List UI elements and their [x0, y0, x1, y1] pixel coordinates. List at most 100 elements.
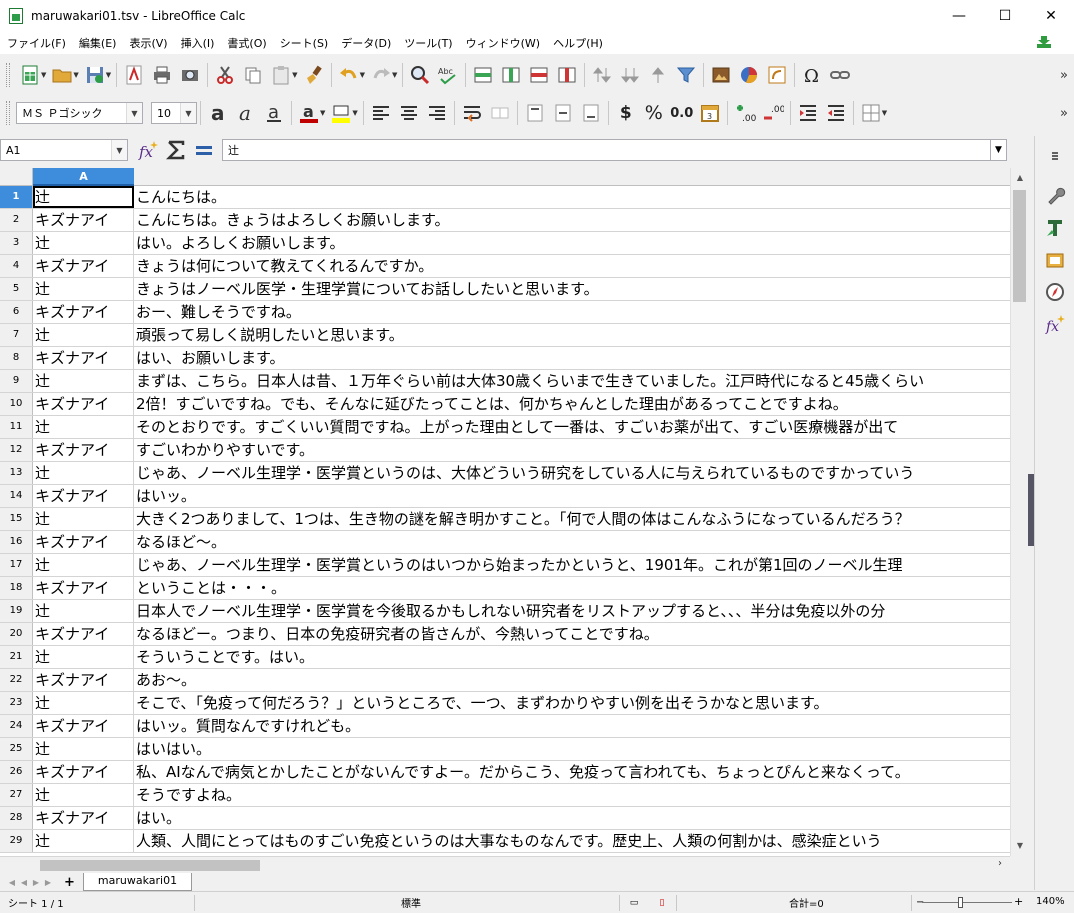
- row-header[interactable]: 19: [0, 600, 33, 622]
- cell-utterance[interactable]: はいッ。質問なんですけれども。: [134, 715, 1010, 737]
- active-cell[interactable]: 辻: [33, 186, 134, 208]
- row-header[interactable]: 3: [0, 232, 33, 254]
- cell-speaker[interactable]: キズナアイ: [33, 393, 134, 415]
- cell-speaker[interactable]: キズナアイ: [33, 301, 134, 323]
- menu-format[interactable]: 書式(O): [220, 35, 272, 51]
- align-right-button[interactable]: [423, 99, 451, 127]
- sum-button[interactable]: [162, 136, 190, 164]
- update-download-icon[interactable]: [1036, 35, 1052, 49]
- maximize-button[interactable]: ☐: [982, 0, 1028, 32]
- cell-utterance[interactable]: なるほど～。: [134, 531, 1010, 553]
- vertical-scrollbar[interactable]: ▲ ▼: [1010, 168, 1028, 856]
- column-header-a[interactable]: A: [33, 168, 134, 186]
- add-sheet-icon[interactable]: +: [64, 875, 75, 890]
- toolbar-grip[interactable]: [6, 101, 10, 125]
- row-header[interactable]: 16: [0, 531, 33, 553]
- export-pdf-button[interactable]: [120, 61, 148, 89]
- cell-speaker[interactable]: キズナアイ: [33, 209, 134, 231]
- previous-sheet-icon[interactable]: ◀: [18, 878, 30, 887]
- cell-utterance[interactable]: はい、お願いします。: [134, 347, 1010, 369]
- redo-button[interactable]: [367, 61, 395, 89]
- delete-row-button[interactable]: [525, 61, 553, 89]
- cell-speaker[interactable]: 辻: [33, 646, 134, 668]
- cell-utterance[interactable]: こんにちは。: [134, 186, 1010, 208]
- zoom-slider-knob[interactable]: [958, 897, 963, 908]
- row-header[interactable]: 15: [0, 508, 33, 530]
- cell-utterance[interactable]: そこで、「免疫って何だろう？」というところで、一つ、まずわかりやすい例を出そうか…: [134, 692, 1010, 714]
- open-button[interactable]: [48, 61, 76, 89]
- sort-button[interactable]: [588, 61, 616, 89]
- row-header[interactable]: 1: [0, 186, 33, 208]
- toolbar-grip[interactable]: [6, 63, 10, 87]
- menu-view[interactable]: 表示(V): [122, 35, 173, 51]
- cell-speaker[interactable]: 辻: [33, 692, 134, 714]
- align-center-button[interactable]: [395, 99, 423, 127]
- row-header[interactable]: 2: [0, 209, 33, 231]
- cell-speaker[interactable]: 辻: [33, 324, 134, 346]
- cell-utterance[interactable]: なるほどー。つまり、日本の免疫研究者の皆さんが、今熱いってことですね。: [134, 623, 1010, 645]
- last-sheet-icon[interactable]: ▶: [42, 878, 54, 887]
- row-header[interactable]: 20: [0, 623, 33, 645]
- row-header[interactable]: 7: [0, 324, 33, 346]
- cell-utterance[interactable]: きょうはノーベル医学・生理学賞についてお話ししたいと思います。: [134, 278, 1010, 300]
- currency-format-button[interactable]: $: [612, 99, 640, 127]
- toolbar-overflow-icon[interactable]: »: [1060, 68, 1068, 83]
- cell-speaker[interactable]: キズナアイ: [33, 439, 134, 461]
- cell-speaker[interactable]: 辻: [33, 462, 134, 484]
- decrease-indent-button[interactable]: [822, 99, 850, 127]
- cell-speaker[interactable]: キズナアイ: [33, 347, 134, 369]
- row-header[interactable]: 6: [0, 301, 33, 323]
- row-header[interactable]: 9: [0, 370, 33, 392]
- row-header[interactable]: 13: [0, 462, 33, 484]
- cell-speaker[interactable]: キズナアイ: [33, 531, 134, 553]
- function-wizard-button[interactable]: fx: [134, 136, 162, 164]
- cell-speaker[interactable]: 辻: [33, 554, 134, 576]
- align-middle-button[interactable]: [549, 99, 577, 127]
- cell-speaker[interactable]: キズナアイ: [33, 485, 134, 507]
- cell-utterance[interactable]: 人類、人間にとってはものすごい免疫というのは大事なものなんです。歴史上、人類の何…: [134, 830, 1010, 852]
- cell-utterance[interactable]: 日本人でノーベル生理学・医学賞を今後取るかもしれない研究者をリストアップすると、…: [134, 600, 1010, 622]
- wrap-text-button[interactable]: [458, 99, 486, 127]
- minimize-button[interactable]: —: [936, 0, 982, 32]
- row-header[interactable]: 28: [0, 807, 33, 829]
- menu-insert[interactable]: 挿入(I): [174, 35, 221, 51]
- print-button[interactable]: [148, 61, 176, 89]
- cell-utterance[interactable]: ということは・・・。: [134, 577, 1010, 599]
- chevron-down-icon[interactable]: ▼: [111, 140, 127, 160]
- align-bottom-button[interactable]: [577, 99, 605, 127]
- paste-button[interactable]: [267, 61, 295, 89]
- cell-utterance[interactable]: まずは、こちら。日本人は昔、１万年ぐらい前は大体30歳くらいまで生きていました。…: [134, 370, 1010, 392]
- sidebar-gallery-button[interactable]: [1039, 244, 1071, 276]
- cell-speaker[interactable]: キズナアイ: [33, 761, 134, 783]
- save-button[interactable]: [81, 61, 109, 89]
- cell-utterance[interactable]: そうですよね。: [134, 784, 1010, 806]
- borders-button[interactable]: [857, 99, 885, 127]
- cell-utterance[interactable]: はいッ。: [134, 485, 1010, 507]
- date-format-button[interactable]: 3: [696, 99, 724, 127]
- cell-speaker[interactable]: 辻: [33, 370, 134, 392]
- insert-column-button[interactable]: [497, 61, 525, 89]
- row-header[interactable]: 26: [0, 761, 33, 783]
- highlight-button[interactable]: [327, 99, 355, 127]
- cell-speaker[interactable]: 辻: [33, 232, 134, 254]
- cell-speaker[interactable]: 辻: [33, 600, 134, 622]
- row-header[interactable]: 17: [0, 554, 33, 576]
- scroll-up-icon[interactable]: ▲: [1011, 170, 1029, 186]
- cell-utterance[interactable]: こんにちは。きょうはよろしくお願いします。: [134, 209, 1010, 231]
- delete-column-button[interactable]: [553, 61, 581, 89]
- add-decimal-button[interactable]: .00: [731, 99, 759, 127]
- scroll-right-icon[interactable]: ›: [998, 858, 1002, 869]
- cell-utterance[interactable]: あお～。: [134, 669, 1010, 691]
- expand-formula-button[interactable]: ▼: [990, 139, 1007, 161]
- sidebar-menu-button[interactable]: [1039, 140, 1071, 172]
- cell-speaker[interactable]: 辻: [33, 416, 134, 438]
- align-left-button[interactable]: [367, 99, 395, 127]
- formula-input[interactable]: 辻: [222, 139, 990, 161]
- row-header[interactable]: 23: [0, 692, 33, 714]
- cell-speaker[interactable]: キズナアイ: [33, 715, 134, 737]
- horizontal-scrollbar[interactable]: ›: [0, 856, 1010, 873]
- cell-utterance[interactable]: 大きく2つありまして、1つは、生き物の謎を解き明かすこと。「何で人間の体はこんな…: [134, 508, 1010, 530]
- sidebar-navigator-button[interactable]: [1039, 276, 1071, 308]
- row-header[interactable]: 5: [0, 278, 33, 300]
- status-zoom[interactable]: 140%: [1036, 896, 1065, 907]
